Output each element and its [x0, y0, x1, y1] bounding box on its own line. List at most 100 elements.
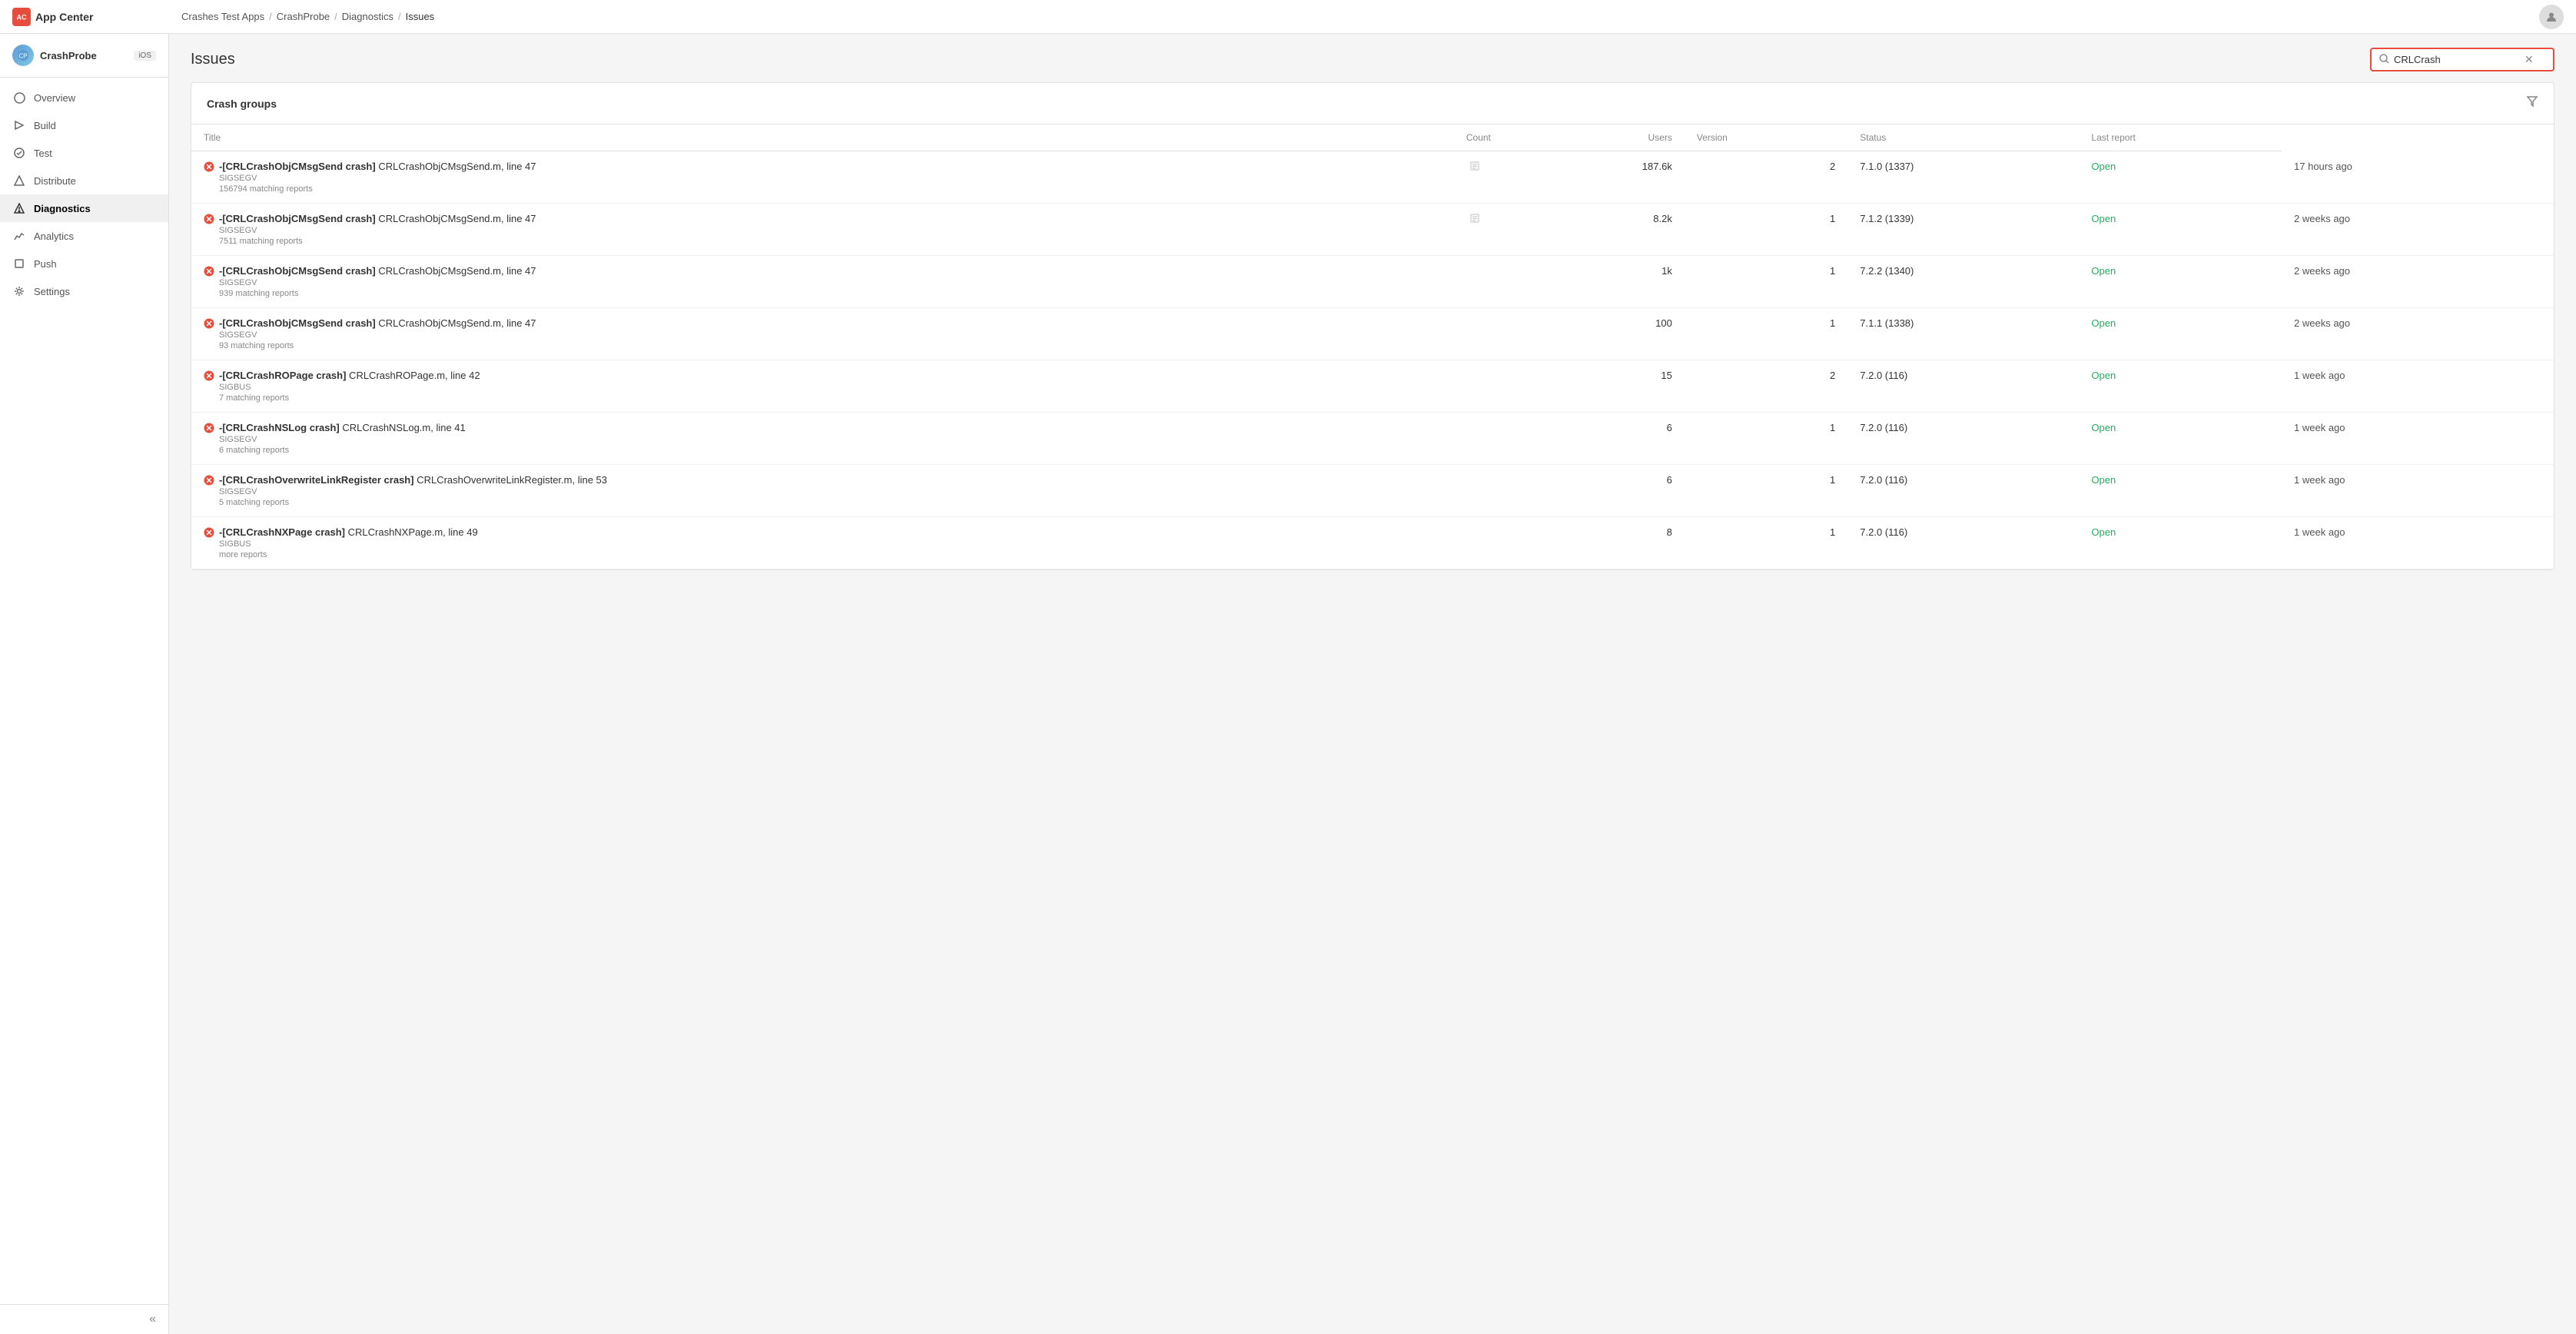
- build-label: Build: [34, 120, 56, 131]
- count-cell: 15: [1503, 360, 1685, 413]
- search-box: ✕: [2370, 48, 2554, 71]
- sidebar-collapse: «: [0, 1304, 168, 1334]
- sidebar-app-header: CP CrashProbe iOS: [0, 34, 168, 78]
- users-cell: 2: [1685, 151, 1847, 204]
- table-header: Title Count Users Version Status Last re…: [191, 124, 2554, 151]
- status-badge: Open: [2091, 526, 2116, 538]
- sidebar-item-analytics[interactable]: Analytics: [0, 222, 168, 250]
- count-cell: 1k: [1503, 256, 1685, 308]
- search-clear-button[interactable]: ✕: [2525, 53, 2534, 66]
- status-badge: Open: [2091, 265, 2116, 277]
- status-cell: Open: [2079, 360, 2282, 413]
- app-center-label: App Center: [35, 11, 93, 23]
- overview-label: Overview: [34, 92, 75, 104]
- breadcrumb-item-1[interactable]: Crashes Test Apps: [181, 11, 264, 22]
- crash-error-icon: [204, 214, 214, 227]
- status-cell: Open: [2079, 465, 2282, 517]
- status-cell: Open: [2079, 517, 2282, 569]
- crash-name-block: -[CRLCrashObjCMsgSend crash] CRLCrashObj…: [219, 317, 536, 350]
- analytics-icon: [12, 229, 26, 243]
- push-icon: [12, 257, 26, 270]
- crash-title-cell: -[CRLCrashObjCMsgSend crash] CRLCrashObj…: [191, 308, 1454, 360]
- crash-error-icon: [204, 475, 214, 488]
- collapse-button[interactable]: «: [149, 1312, 156, 1326]
- count-cell: 8.2k: [1503, 204, 1685, 256]
- sidebar-item-settings[interactable]: Settings: [0, 277, 168, 305]
- crash-title-cell: -[CRLCrashOverwriteLinkRegister crash] C…: [191, 465, 1454, 517]
- table-row[interactable]: -[CRLCrashObjCMsgSend crash] CRLCrashObj…: [191, 308, 2554, 360]
- last-report-cell: 2 weeks ago: [2282, 204, 2554, 256]
- sidebar-item-overview[interactable]: Overview: [0, 84, 168, 111]
- crash-title: -[CRLCrashObjCMsgSend crash] CRLCrashObj…: [204, 161, 1442, 194]
- table-row[interactable]: -[CRLCrashROPage crash] CRLCrashROPage.m…: [191, 360, 2554, 413]
- overview-icon: [12, 91, 26, 105]
- last-report-cell: 1 week ago: [2282, 517, 2554, 569]
- col-count: Count: [1454, 124, 1503, 151]
- crash-name-block: -[CRLCrashNXPage crash] CRLCrashNXPage.m…: [219, 526, 478, 559]
- user-avatar[interactable]: [2539, 5, 2564, 29]
- sidebar-item-distribute[interactable]: Distribute: [0, 167, 168, 194]
- version-cell: 7.2.0 (116): [1847, 360, 2079, 413]
- svg-text:CP: CP: [18, 53, 27, 60]
- version-cell: 7.1.2 (1339): [1847, 204, 2079, 256]
- sidebar-nav: Overview Build Test: [0, 78, 168, 1304]
- crash-reports: 5 matching reports: [219, 498, 607, 507]
- app-logo[interactable]: AC App Center: [12, 8, 181, 26]
- table-row[interactable]: -[CRLCrashOverwriteLinkRegister crash] C…: [191, 465, 2554, 517]
- users-cell: 1: [1685, 204, 1847, 256]
- crash-title: -[CRLCrashObjCMsgSend crash] CRLCrashObj…: [204, 317, 1442, 350]
- app-platform-badge: iOS: [134, 51, 156, 61]
- status-cell: Open: [2079, 413, 2282, 465]
- breadcrumb-item-3[interactable]: Diagnostics: [342, 11, 393, 22]
- breadcrumb-item-2[interactable]: CrashProbe: [277, 11, 330, 22]
- crash-signal: SIGSEGV: [219, 174, 536, 183]
- table-row[interactable]: -[CRLCrashNXPage crash] CRLCrashNXPage.m…: [191, 517, 2554, 569]
- version-cell: 7.2.0 (116): [1847, 413, 2079, 465]
- crash-method: -[CRLCrashNSLog crash] CRLCrashNSLog.m, …: [219, 422, 466, 433]
- sidebar-item-build[interactable]: Build: [0, 111, 168, 139]
- status-badge: Open: [2091, 213, 2116, 224]
- note-cell: [1454, 517, 1503, 569]
- crash-title: -[CRLCrashObjCMsgSend crash] CRLCrashObj…: [204, 213, 1442, 246]
- crash-reports: 93 matching reports: [219, 341, 536, 350]
- status-badge: Open: [2091, 317, 2116, 329]
- crash-name-block: -[CRLCrashNSLog crash] CRLCrashNSLog.m, …: [219, 422, 466, 455]
- sidebar-item-push[interactable]: Push: [0, 250, 168, 277]
- note-icon[interactable]: [1466, 160, 1483, 175]
- table-row[interactable]: -[CRLCrashObjCMsgSend crash] CRLCrashObj…: [191, 151, 2554, 204]
- last-report-cell: 1 week ago: [2282, 360, 2554, 413]
- search-icon: [2379, 54, 2389, 66]
- col-users: Users: [1503, 124, 1685, 151]
- crash-title: -[CRLCrashROPage crash] CRLCrashROPage.m…: [204, 370, 1442, 403]
- col-version: Version: [1685, 124, 1847, 151]
- search-input[interactable]: [2394, 54, 2517, 65]
- table-row[interactable]: -[CRLCrashNSLog crash] CRLCrashNSLog.m, …: [191, 413, 2554, 465]
- crash-name-block: -[CRLCrashROPage crash] CRLCrashROPage.m…: [219, 370, 480, 403]
- breadcrumb-sep-1: /: [269, 11, 272, 22]
- crash-signal: SIGSEGV: [219, 278, 536, 287]
- crash-signal: SIGSEGV: [219, 435, 466, 444]
- page-title: Issues: [191, 51, 235, 68]
- sidebar-item-diagnostics[interactable]: Diagnostics: [0, 194, 168, 222]
- table-row[interactable]: -[CRLCrashObjCMsgSend crash] CRLCrashObj…: [191, 256, 2554, 308]
- version-cell: 7.2.0 (116): [1847, 465, 2079, 517]
- crash-method: -[CRLCrashNXPage crash] CRLCrashNXPage.m…: [219, 526, 478, 538]
- crash-error-icon: [204, 370, 214, 383]
- note-cell: [1454, 413, 1503, 465]
- main-header: Issues ✕: [169, 34, 2576, 82]
- crash-signal: SIGSEGV: [219, 487, 607, 496]
- sidebar-item-test[interactable]: Test: [0, 139, 168, 167]
- users-cell: 2: [1685, 360, 1847, 413]
- filter-icon[interactable]: [2526, 95, 2538, 111]
- version-cell: 7.2.2 (1340): [1847, 256, 2079, 308]
- last-report-cell: 2 weeks ago: [2282, 308, 2554, 360]
- note-icon[interactable]: [1466, 212, 1483, 227]
- table-row[interactable]: -[CRLCrashObjCMsgSend crash] CRLCrashObj…: [191, 204, 2554, 256]
- users-cell: 1: [1685, 308, 1847, 360]
- note-cell: [1454, 465, 1503, 517]
- content-area: Crash groups Title Count Users Version S…: [191, 82, 2554, 570]
- sidebar-app-name: CrashProbe: [40, 50, 128, 61]
- count-cell: 6: [1503, 465, 1685, 517]
- diagnostics-label: Diagnostics: [34, 203, 91, 214]
- crash-reports: 7511 matching reports: [219, 237, 536, 246]
